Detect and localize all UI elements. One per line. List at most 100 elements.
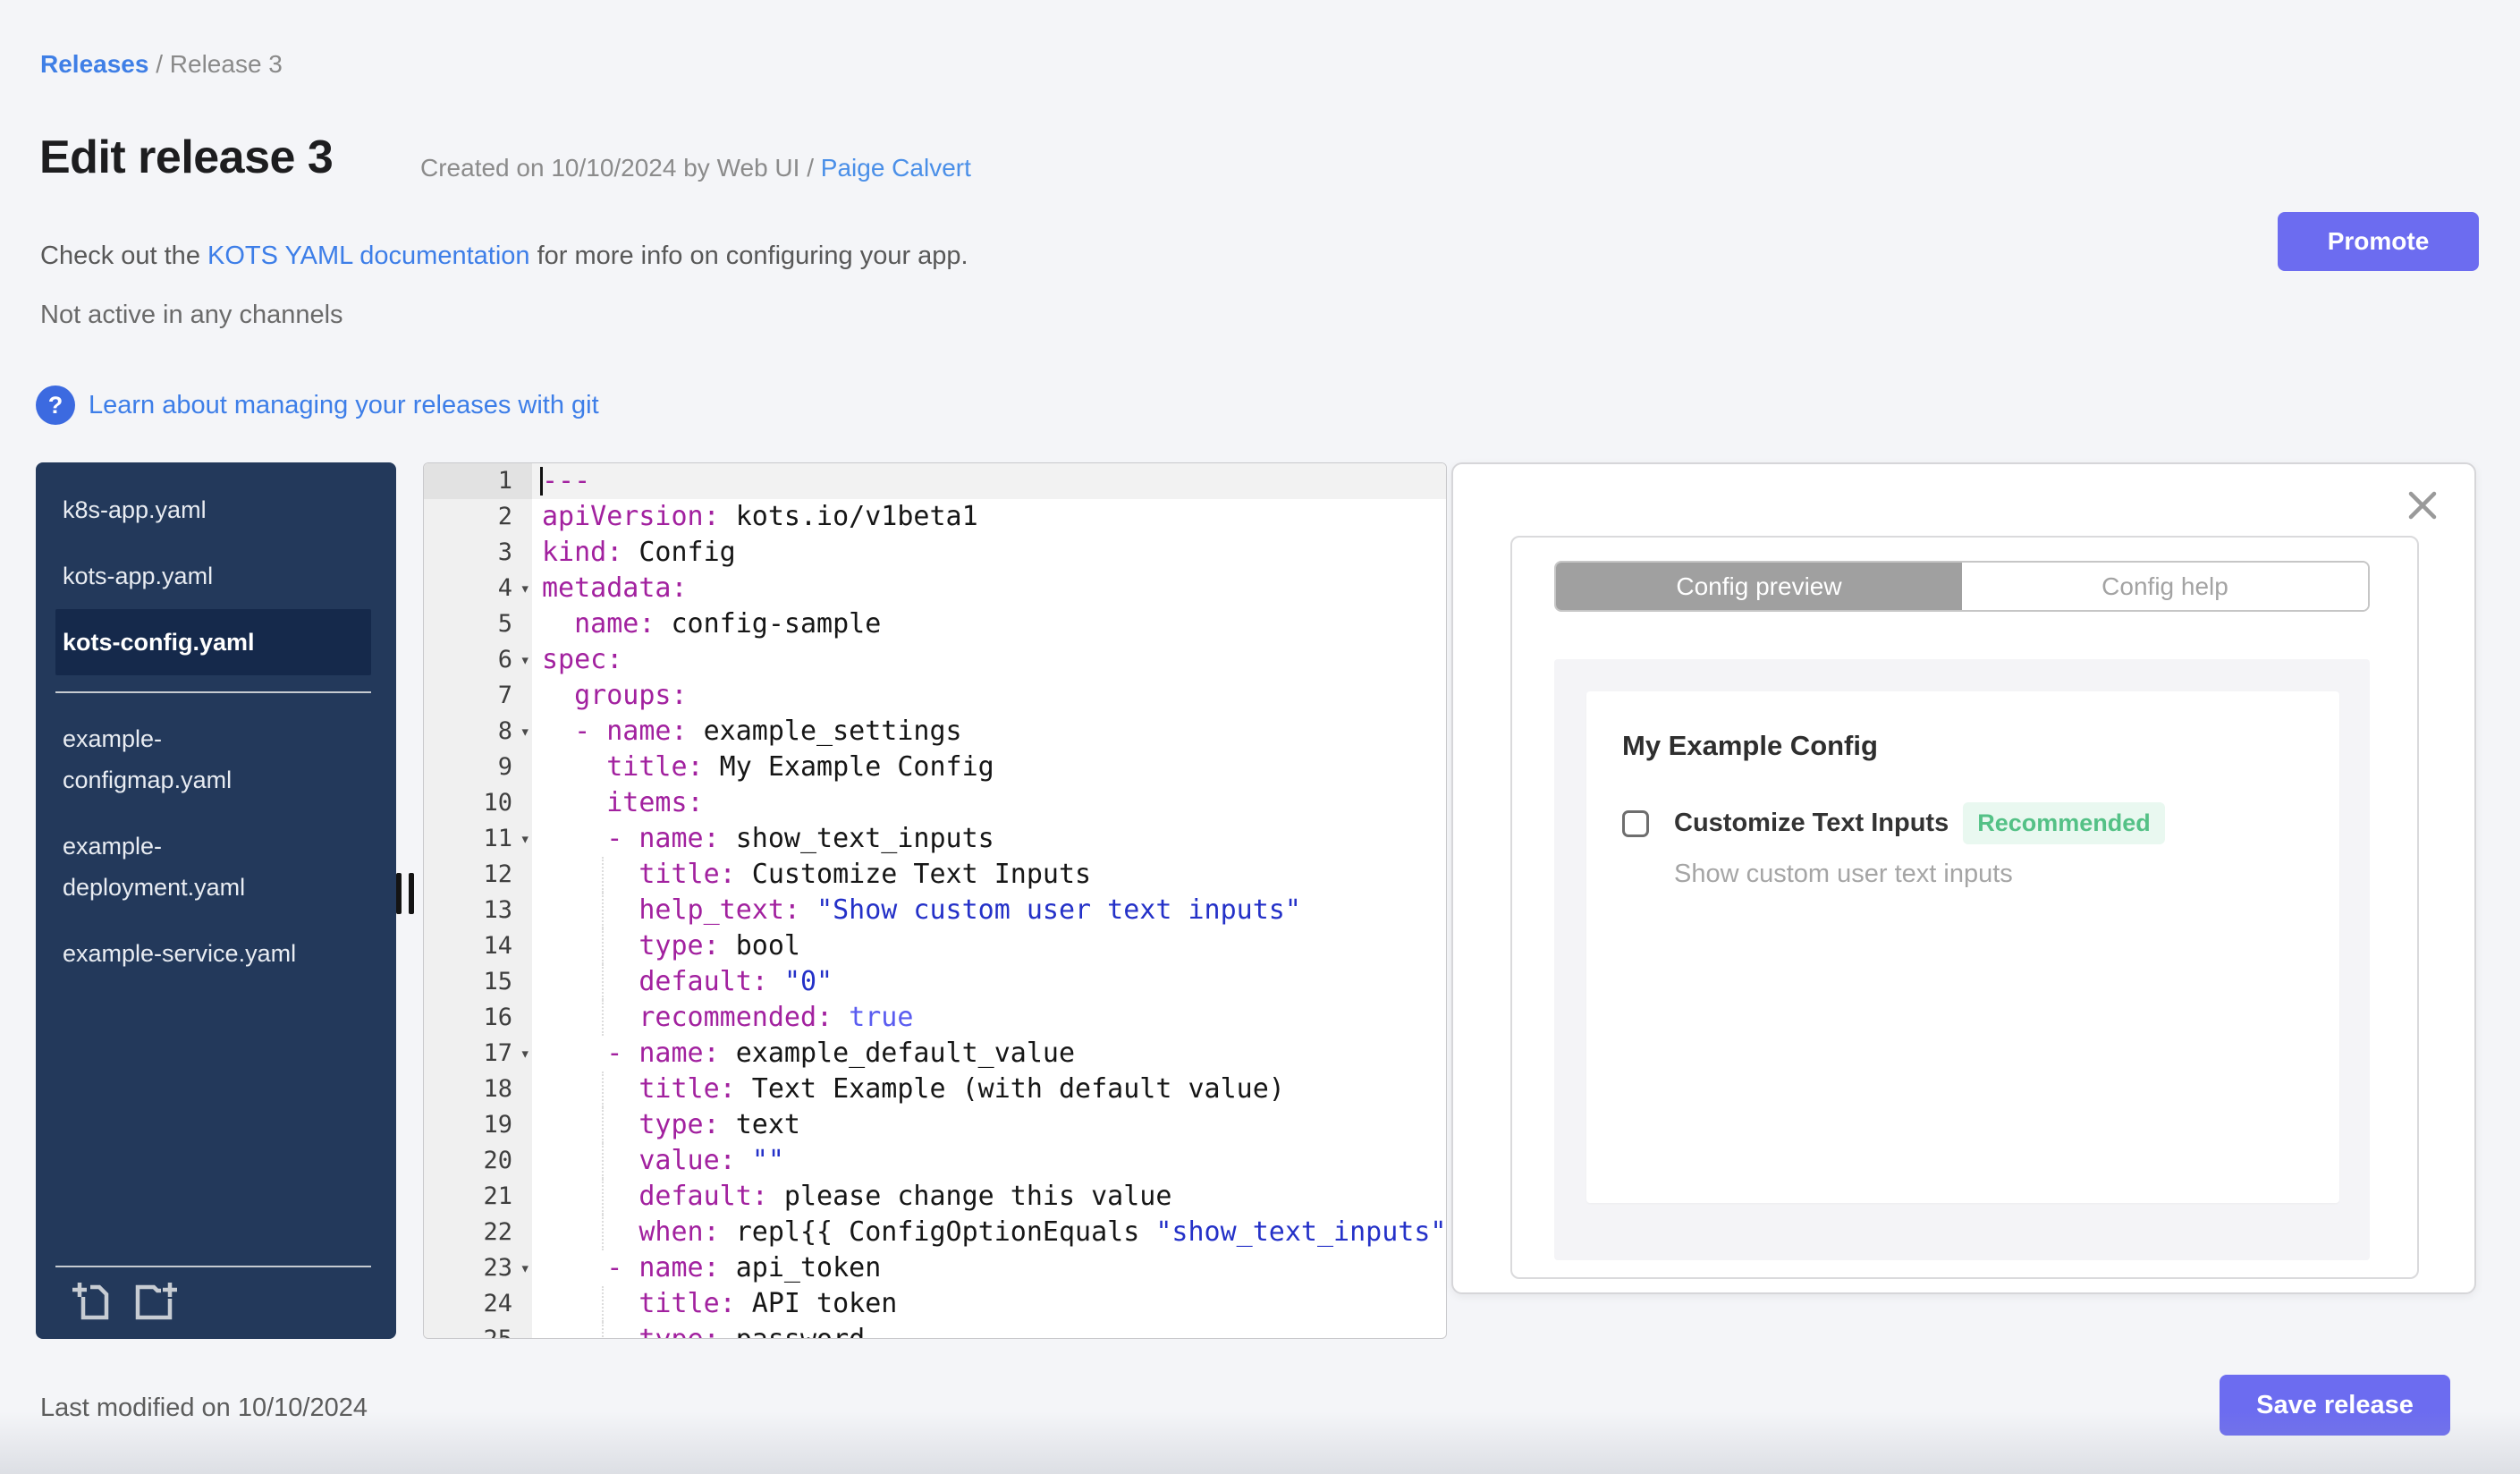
code-text: recommended: true [638,1002,914,1033]
code-line-22[interactable]: 22 when: repl{{ ConfigOptionEquals "show… [424,1215,1446,1250]
file-tree-item-k8s-app.yaml[interactable]: k8s-app.yaml [55,477,371,543]
code-line-13[interactable]: 13 help_text: "Show custom user text inp… [424,893,1446,928]
code-text: - name: example_settings [574,716,962,747]
config-panel-card: Config preview Config help My Example Co… [1510,536,2419,1279]
breadcrumb-releases-link[interactable]: Releases [40,50,148,78]
file-tree-divider [55,1266,371,1267]
author-link[interactable]: Paige Calvert [821,154,971,182]
left-splitter-grip-a[interactable] [396,873,402,914]
left-splitter-grip-b[interactable] [409,873,414,914]
code-line-12[interactable]: 12 title: Customize Text Inputs [424,857,1446,893]
customize-text-inputs-checkbox[interactable] [1622,809,1649,837]
gutter-line-number: 8 ▾ [424,714,532,750]
code-text: apiVersion: kots.io/v1beta1 [542,501,978,532]
code-text: type: bool [638,930,800,961]
code-text: title: My Example Config [606,751,994,783]
code-line-15[interactable]: 15 default: "0" [424,964,1446,1000]
new-folder-icon[interactable] [131,1277,181,1328]
config-item-help-text: Show custom user text inputs [1674,860,2013,888]
code-line-14[interactable]: 14 type: bool [424,928,1446,964]
code-text: help_text: "Show custom user text inputs… [638,894,1301,926]
kots-yaml-docs-link[interactable]: KOTS YAML documentation [207,241,530,270]
gutter-line-number: 17 ▾ [424,1036,532,1072]
fold-toggle-icon[interactable]: ▾ [520,1036,530,1072]
gutter-line-number: 6 ▾ [424,642,532,678]
gutter-line-number: 20 [424,1143,532,1179]
code-text: --- [542,465,591,496]
file-tree: k8s-app.yaml kots-app.yaml kots-config.yam… [36,462,396,1339]
close-icon[interactable] [2405,487,2440,523]
code-line-11[interactable]: 11 ▾ - name: show_text_inputs [424,821,1446,857]
code-line-8[interactable]: 8 ▾ - name: example_settings [424,714,1446,750]
promote-button[interactable]: Promote [2278,212,2479,271]
code-text: name: config-sample [574,608,882,640]
code-text: value: "" [638,1145,784,1176]
code-line-23[interactable]: 23 ▾ - name: api_token [424,1250,1446,1286]
code-line-10[interactable]: 10 items: [424,785,1446,821]
code-line-25[interactable]: 25 type: password [424,1322,1446,1338]
breadcrumb: Releases / Release 3 [40,50,283,79]
code-text: - name: api_token [606,1252,882,1283]
code-text: title: API token [638,1288,898,1319]
config-group-title: My Example Config [1622,730,1878,761]
fold-toggle-icon[interactable]: ▾ [520,642,530,678]
gutter-line-number: 14 [424,928,532,964]
gutter-line-number: 24 [424,1286,532,1322]
new-file-icon[interactable] [68,1277,114,1328]
code-line-7[interactable]: 7 groups: [424,678,1446,714]
code-line-6[interactable]: 6 ▾ spec: [424,642,1446,678]
file-tree-item-example-deployment.yaml[interactable]: example-deployment.yaml [55,813,371,920]
file-tree-item-example-configmap.yaml[interactable]: example-configmap.yaml [55,706,371,813]
file-tree-item-kots-app.yaml[interactable]: kots-app.yaml [55,543,371,609]
config-preview-area: My Example Config Customize Text Inputs … [1554,659,2370,1260]
gutter-line-number: 15 [424,964,532,1000]
code-line-5[interactable]: 5 name: config-sample [424,606,1446,642]
code-line-20[interactable]: 20 value: "" [424,1143,1446,1179]
code-line-24[interactable]: 24 title: API token [424,1286,1446,1322]
file-tree-actions [68,1277,181,1328]
code-text: - name: show_text_inputs [606,823,994,854]
gutter-line-number: 9 [424,750,532,785]
gutter-line-number: 23 ▾ [424,1250,532,1286]
code-text: default: please change this value [638,1181,1172,1212]
file-tree-item-example-service.yaml[interactable]: example-service.yaml [55,920,371,987]
gutter-line-number: 1 [424,463,532,499]
code-text: type: text [638,1109,800,1140]
file-tree-item-kots-config.yaml[interactable]: kots-config.yaml [55,609,371,675]
code-line-1[interactable]: 1 --- [424,463,1446,499]
tab-config-preview[interactable]: Config preview [1556,563,1962,610]
fold-toggle-icon[interactable]: ▾ [520,1250,530,1286]
code-line-9[interactable]: 9 title: My Example Config [424,750,1446,785]
docs-line: Check out the KOTS YAML documentation fo… [40,241,968,271]
gutter-line-number: 3 [424,535,532,571]
code-line-2[interactable]: 2 apiVersion: kots.io/v1beta1 [424,499,1446,535]
yaml-code-editor[interactable]: 1 --- 2 apiVersion: kots.io/v1beta1 3 kind: C… [423,462,1447,1339]
git-releases-link[interactable]: Learn about managing your releases with … [89,391,599,420]
config-preview-card: My Example Config Customize Text Inputs … [1586,691,2339,1203]
code-line-19[interactable]: 19 type: text [424,1107,1446,1143]
code-line-18[interactable]: 18 title: Text Example (with default val… [424,1072,1446,1107]
code-line-16[interactable]: 16 recommended: true [424,1000,1446,1036]
file-tree-group-divider [55,691,371,693]
config-item-label: Customize Text Inputs [1674,809,1949,837]
code-text: - name: example_default_value [606,1038,1076,1069]
fold-toggle-icon[interactable]: ▾ [520,571,530,606]
gutter-line-number: 22 [424,1215,532,1250]
docs-text-before: Check out the [40,241,207,270]
gutter-line-number: 19 [424,1107,532,1143]
code-line-4[interactable]: 4 ▾ metadata: [424,571,1446,606]
fold-toggle-icon[interactable]: ▾ [520,714,530,750]
code-text: when: repl{{ ConfigOptionEquals "show_te… [638,1216,1447,1248]
code-line-3[interactable]: 3 kind: Config [424,535,1446,571]
breadcrumb-separator: / [148,50,170,78]
gutter-line-number: 4 ▾ [424,571,532,606]
code-text: type: password [532,1322,1446,1338]
fold-toggle-icon[interactable]: ▾ [520,821,530,857]
code-text: default: "0" [638,966,833,997]
gutter-line-number: 2 [424,499,532,535]
tab-config-help[interactable]: Config help [1962,563,2368,610]
code-line-21[interactable]: 21 default: please change this value [424,1179,1446,1215]
created-text: Created on 10/10/2024 by Web UI / [420,154,821,182]
code-line-17[interactable]: 17 ▾ - name: example_default_value [424,1036,1446,1072]
save-release-button[interactable]: Save release [2220,1375,2450,1436]
